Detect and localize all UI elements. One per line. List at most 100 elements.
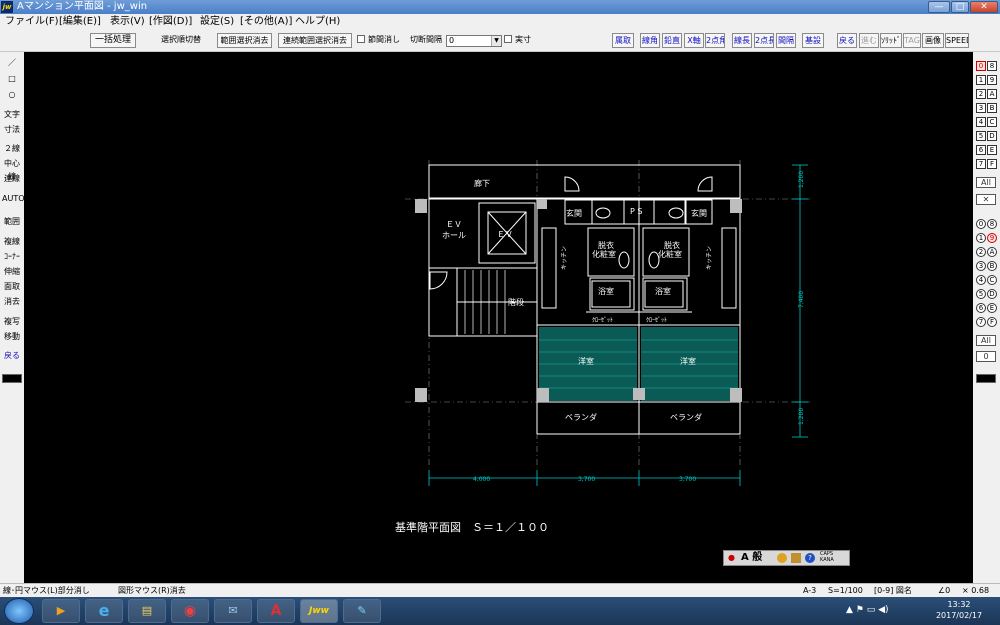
undo-tool[interactable]: 戻る [2,349,22,362]
solid-button[interactable]: ｿﾘｯﾄﾞ [880,33,902,48]
menu-view[interactable]: 表示(V) [110,14,145,30]
help-icon[interactable]: ? [805,553,815,563]
layer-c-button[interactable]: C [987,117,997,127]
move-tool[interactable]: 移動 [2,330,22,343]
ime-tool-icon[interactable] [777,553,787,563]
center-line-tool[interactable]: 中心線 [2,157,22,181]
x-axis-button[interactable]: X軸 [684,33,704,48]
internet-explorer-icon[interactable]: e [85,599,123,623]
circle-tool[interactable]: ○ [2,88,22,101]
layer-e-button[interactable]: E [987,145,997,155]
batch-process-button[interactable]: 一括処理 [90,33,136,48]
image-button[interactable]: 画像 [922,33,944,48]
menu-help[interactable]: ヘルプ(H) [295,14,340,30]
group-8-button[interactable]: 8 [987,219,997,229]
layer-8-button[interactable]: 8 [987,61,997,71]
two-point-angle-button[interactable]: 2点角 [705,33,725,48]
status-angle[interactable]: ∠0 [938,584,950,597]
connect-line-tool[interactable]: 連線 [2,172,22,185]
ime-pin-icon[interactable]: ● [728,551,735,565]
extend-tool[interactable]: 伸縮 [2,265,22,278]
clock[interactable]: 13:32 2017/02/17 [934,599,984,621]
layer-d-button[interactable]: D [987,131,997,141]
text-tool[interactable]: 文字 [2,108,22,121]
group-9-button[interactable]: 9 [987,233,997,243]
status-zoom[interactable]: × 0.68 [962,584,989,597]
layer-2-button[interactable]: 2 [976,89,986,99]
group-f-button[interactable]: F [987,317,997,327]
status-layer[interactable]: [0-9] 図名 [874,584,912,597]
cont-range-clear-button[interactable]: 連続範囲選択消去 [278,33,352,48]
group-d-button[interactable]: D [987,289,997,299]
layer-all-button[interactable]: All [976,177,996,188]
group-3-button[interactable]: 3 [976,261,986,271]
line-length-button[interactable]: 線長 [732,33,752,48]
corner-tool[interactable]: ｺｰﾅｰ [2,250,22,263]
status-paper-size[interactable]: A-3 [803,584,816,597]
range-tool[interactable]: 範囲 [2,215,22,228]
mail-icon[interactable]: ✉ [214,599,252,623]
acrobat-icon[interactable]: A [257,599,295,623]
system-tray[interactable]: ▲ ⚑ ▭ ◀) [846,605,889,615]
actual-size-check[interactable] [504,35,512,43]
close-button[interactable]: ✕ [970,1,998,13]
base-set-button[interactable]: 基設 [802,33,824,48]
media-player-icon[interactable]: ▶ [42,599,80,623]
layer-cross-button[interactable]: ✕ [976,194,996,205]
ime-dict-icon[interactable] [791,553,801,563]
group-2-button[interactable]: 2 [976,247,986,257]
select-order-button[interactable]: 選択順切替 [156,33,206,48]
chrome-icon[interactable]: ◉ [171,599,209,623]
layer-7-button[interactable]: 7 [976,159,986,169]
line-angle-button[interactable]: 線角 [640,33,660,48]
rect-tool[interactable]: □ [2,72,22,85]
group-4-button[interactable]: 4 [976,275,986,285]
layer-1-button[interactable]: 1 [976,75,986,85]
cut-interval-select[interactable]: 0 ▼ [446,35,502,47]
menu-file[interactable]: ファイル(F) [5,14,59,30]
speed-button[interactable]: SPEED [945,33,969,48]
layer-b-button[interactable]: B [987,103,997,113]
offset-line-tool[interactable]: 複線 [2,235,22,248]
group-all-button[interactable]: All [976,335,996,346]
layer-5-button[interactable]: 5 [976,131,986,141]
chevron-down-icon[interactable]: ▼ [491,36,501,46]
range-clear-button[interactable]: 範囲選択消去 [217,33,272,48]
attr-get-button[interactable]: 属取 [612,33,634,48]
tag-button[interactable]: TAG [903,33,921,48]
group-0-button[interactable]: 0 [976,219,986,229]
menu-edit[interactable]: [編集(E)] [59,14,101,30]
interval-button[interactable]: 間隔 [776,33,796,48]
windows-start-icon[interactable] [4,598,34,624]
group-b-button[interactable]: B [987,261,997,271]
menu-other[interactable]: [その他(A)] [240,14,292,30]
minimize-button[interactable]: — [928,1,950,13]
layer-swatch[interactable] [976,374,996,383]
node-clear-checkbox[interactable]: 節間消し [357,33,402,48]
double-line-tool[interactable]: ２線 [2,142,22,155]
group-6-button[interactable]: 6 [976,303,986,313]
group-c-button[interactable]: C [987,275,997,285]
ime-mode[interactable]: A 般 [741,551,762,565]
layer-0-button[interactable]: 0 [976,61,986,71]
layer-4-button[interactable]: 4 [976,117,986,127]
group-7-button[interactable]: 7 [976,317,986,327]
group-zero-button[interactable]: 0 [976,351,996,362]
paint-icon[interactable]: ✎ [343,599,381,623]
layer-f-button[interactable]: F [987,159,997,169]
redo-button[interactable]: 進む [859,33,879,48]
chamfer-tool[interactable]: 面取 [2,280,22,293]
group-a-button[interactable]: A [987,247,997,257]
layer-6-button[interactable]: 6 [976,145,986,155]
line-tool[interactable]: ／ [2,56,22,69]
group-5-button[interactable]: 5 [976,289,986,299]
node-clear-check[interactable] [357,35,365,43]
two-point-length-button[interactable]: 2点長 [754,33,774,48]
erase-tool[interactable]: 消去 [2,295,22,308]
layer-3-button[interactable]: 3 [976,103,986,113]
actual-size-checkbox[interactable]: 実寸 [504,33,544,48]
jw-app-icon[interactable]: jw [1,1,13,13]
group-e-button[interactable]: E [987,303,997,313]
menu-draw[interactable]: [作図(D)] [149,14,192,30]
jw-cad-icon[interactable]: Jww [300,599,338,623]
